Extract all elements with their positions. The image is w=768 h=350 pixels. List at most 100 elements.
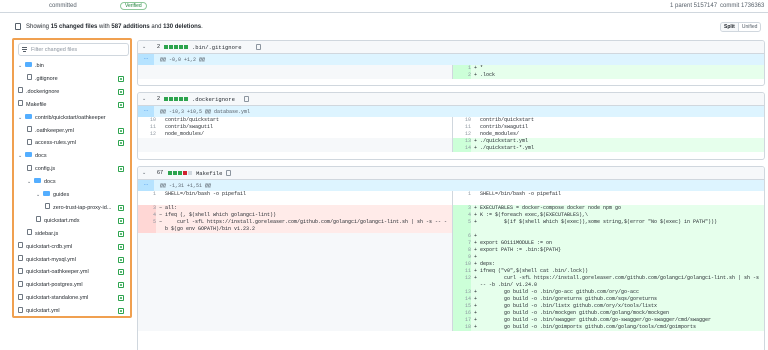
- line-number[interactable]: 14: [453, 296, 471, 303]
- tree-file[interactable]: zero-trust-iap-proxy-id...: [45, 202, 130, 214]
- expand-icon[interactable]: ⋯: [138, 54, 154, 65]
- tree-file[interactable]: sidebar.js: [27, 228, 130, 240]
- line-number[interactable]: 3: [138, 205, 156, 212]
- changed-files-count[interactable]: 15 changed files: [51, 24, 98, 30]
- line-number[interactable]: 8: [453, 247, 471, 254]
- code-line: go build -o .bin/listx github.com/ory/x/…: [480, 303, 658, 309]
- tree-file[interactable]: quickstart-oathkeeper.yml: [18, 266, 130, 278]
- line-number[interactable]: 1: [453, 191, 471, 198]
- code-line: export PATH := .bin:${PATH}: [480, 247, 562, 253]
- code-line: ifneq ("v0",$(shell cat .bin/.lock)): [480, 268, 589, 274]
- line-number[interactable]: 13: [453, 138, 471, 145]
- line-number[interactable]: 18: [453, 324, 471, 331]
- line-number[interactable]: 12: [453, 275, 471, 289]
- line-number[interactable]: 12: [453, 131, 471, 138]
- tree-folder[interactable]: ⌄ contrib/quickstart/oathkeeper: [18, 112, 130, 124]
- diff-row: 14 + ./quickstart-*.yml: [138, 145, 764, 152]
- code-line: deps:: [480, 261, 496, 267]
- tree-file[interactable]: quickstart-postgres.yml: [18, 279, 130, 291]
- diff-file-header: ⌄ 2 .bin/.gitignore: [138, 41, 764, 54]
- tree-file[interactable]: .gitignore: [27, 73, 130, 85]
- code-line: go build -o .bin/swagger github.com/go-s…: [480, 317, 712, 323]
- collapse-chevron-icon[interactable]: ⌄: [142, 44, 146, 50]
- copy-path-icon[interactable]: [226, 170, 231, 176]
- copy-path-icon[interactable]: [256, 44, 261, 50]
- code-line: all:: [165, 205, 178, 211]
- line-number[interactable]: 17: [453, 317, 471, 324]
- chevron-down-icon[interactable]: ⌄: [18, 112, 25, 124]
- filter-icon: [22, 47, 27, 52]
- line-number[interactable]: 5: [453, 219, 471, 233]
- tree-file[interactable]: quickstart-crdb.yml: [18, 241, 130, 253]
- line-number[interactable]: 1: [453, 65, 471, 72]
- line-number[interactable]: 10: [453, 117, 471, 124]
- hunk-header: ⋯ @@ -1,31 +1,51 @@: [138, 180, 764, 191]
- filter-changed-files-input[interactable]: Filter changed files: [18, 43, 129, 56]
- parent-commit-link[interactable]: 1 parent 5157147: [670, 3, 717, 9]
- tree-file[interactable]: access-rules.yml: [27, 137, 130, 149]
- diff-file-name[interactable]: .bin/.gitignore: [192, 44, 242, 51]
- deletions-count: 130 deletions: [163, 24, 202, 30]
- line-number[interactable]: 1: [138, 191, 156, 198]
- collapse-chevron-icon[interactable]: ⌄: [142, 96, 146, 102]
- line-number[interactable]: 15: [453, 303, 471, 310]
- verified-badge[interactable]: Verified: [120, 2, 147, 10]
- file-diff-icon[interactable]: [15, 23, 21, 30]
- chevron-down-icon[interactable]: ⌄: [18, 60, 25, 72]
- diff-file-gitignore: ⌄ 2 .bin/.gitignore ⋯ @@ -0,0 +1,2 @@ 1 …: [137, 40, 765, 86]
- line-number[interactable]: 11: [138, 124, 156, 131]
- line-number[interactable]: 4: [138, 212, 156, 219]
- line-number[interactable]: 10: [138, 117, 156, 124]
- code-line: SHELL=/bin/bash -o pipefail: [165, 191, 247, 197]
- code-line: ifeq (, $(shell which golangci-lint)): [165, 212, 277, 218]
- line-number[interactable]: 16: [453, 310, 471, 317]
- tree-item-label: quickstart.mdx: [44, 217, 80, 224]
- commit-sha[interactable]: commit 1736363: [720, 3, 764, 9]
- split-view-button[interactable]: Split: [721, 23, 738, 31]
- tree-file[interactable]: .dockerignore: [18, 86, 130, 98]
- tree-file[interactable]: quickstart-mysql.yml: [18, 254, 130, 266]
- line-number[interactable]: 5: [138, 219, 156, 233]
- tree-file[interactable]: quickstart-standalone.yml: [18, 292, 130, 304]
- line-number[interactable]: 7: [453, 240, 471, 247]
- line-number[interactable]: 11: [453, 268, 471, 275]
- chevron-down-icon[interactable]: ⌄: [36, 189, 43, 201]
- chevron-down-icon[interactable]: ⌄: [27, 176, 34, 188]
- tree-file[interactable]: quickstart.yml: [18, 305, 130, 317]
- tree-folder[interactable]: ⌄ docs: [27, 176, 130, 188]
- copy-path-icon[interactable]: [244, 96, 249, 102]
- line-number[interactable]: 6: [453, 233, 471, 240]
- line-number[interactable]: 12: [138, 131, 156, 138]
- file-added-icon: [118, 204, 124, 211]
- tree-item-label: quickstart-mysql.yml: [26, 256, 76, 263]
- collapse-chevron-icon[interactable]: ⌄: [142, 170, 146, 176]
- tree-folder[interactable]: ⌄ .bin: [18, 60, 130, 72]
- diff-row: 11 + ifneq ("v0",$(shell cat .bin/.lock)): [138, 268, 764, 275]
- tree-folder[interactable]: ⌄ guides: [36, 189, 130, 201]
- line-number[interactable]: 13: [453, 289, 471, 296]
- file-icon: [18, 306, 23, 313]
- tree-file[interactable]: quickstart.mdx: [36, 215, 130, 227]
- tree-file[interactable]: Makefile: [18, 99, 130, 111]
- folder-icon: [25, 113, 32, 119]
- line-number[interactable]: 4: [453, 212, 471, 219]
- file-icon: [27, 164, 32, 171]
- diff-file-name[interactable]: Makefile: [196, 170, 222, 177]
- diff-file-name[interactable]: .dockerignore: [192, 96, 235, 103]
- unified-view-button[interactable]: Unified: [737, 23, 761, 31]
- diff-view-toggle: Split Unified: [720, 22, 762, 32]
- line-number[interactable]: 11: [453, 124, 471, 131]
- line-number[interactable]: 10: [453, 261, 471, 268]
- expand-icon[interactable]: ⋯: [138, 180, 154, 191]
- tree-folder[interactable]: ⌄ docs: [18, 150, 130, 162]
- file-added-icon: [118, 127, 124, 134]
- line-number[interactable]: 9: [453, 254, 471, 261]
- chevron-down-icon[interactable]: ⌄: [18, 150, 25, 162]
- tree-file[interactable]: config.js: [27, 163, 130, 175]
- file-added-icon: [118, 282, 124, 289]
- line-number[interactable]: 2: [453, 72, 471, 79]
- line-number[interactable]: 3: [453, 205, 471, 212]
- line-number[interactable]: 14: [453, 145, 471, 152]
- expand-icon[interactable]: ⋯: [138, 106, 154, 117]
- tree-file[interactable]: .oathkeeper.yml: [27, 125, 130, 137]
